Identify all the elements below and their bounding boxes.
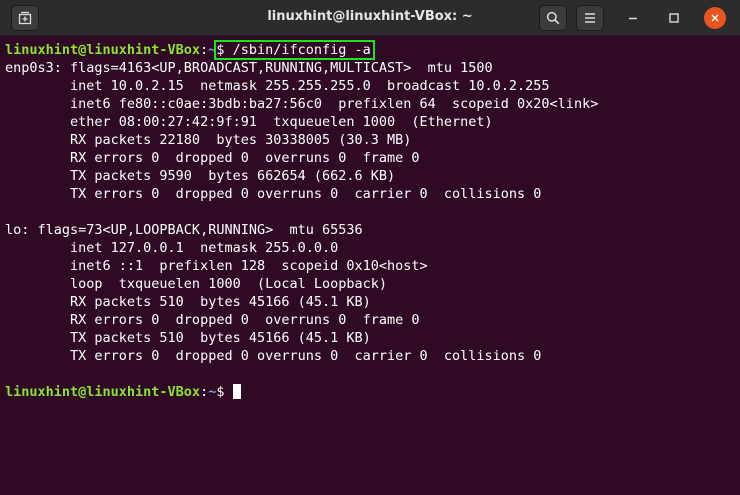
output-line: TX packets 9590 bytes 662654 (662.6 KB): [5, 168, 396, 184]
terminal-output-area[interactable]: linuxhint@linuxhint-VBox:~$ /sbin/ifconf…: [0, 36, 740, 495]
new-tab-icon: [18, 11, 32, 25]
minimize-icon: [629, 17, 637, 20]
output-line: RX packets 22180 bytes 30338005 (30.3 MB…: [5, 132, 412, 148]
prompt-separator: :: [200, 42, 209, 58]
output-line: ether 08:00:27:42:9f:91 txqueuelen 1000 …: [5, 114, 493, 130]
maximize-button[interactable]: [663, 7, 685, 29]
search-icon: [546, 11, 560, 25]
output-line: RX errors 0 dropped 0 overruns 0 frame 0: [5, 150, 420, 166]
output-line: inet6 fe80::c0ae:3bdb:ba27:56c0 prefixle…: [5, 96, 599, 112]
output-line: inet 10.0.2.15 netmask 255.255.255.0 bro…: [5, 78, 550, 94]
output-line: RX packets 510 bytes 45166 (45.1 KB): [5, 294, 371, 310]
highlighted-command: $ /sbin/ifconfig -a: [214, 40, 375, 60]
close-icon: [711, 14, 719, 22]
prompt-separator: :: [200, 384, 209, 400]
terminal-window: linuxhint@linuxhint-VBox: ~ linuxhint@li…: [0, 0, 740, 495]
close-button[interactable]: [704, 7, 726, 29]
minimize-button[interactable]: [622, 7, 644, 29]
prompt-user-host: linuxhint@linuxhint-VBox: [5, 384, 201, 400]
prompt-line: linuxhint@linuxhint-VBox:~$: [5, 383, 740, 401]
output-line: enp0s3: flags=4163<UP,BROADCAST,RUNNING,…: [5, 60, 493, 76]
output-line: lo: flags=73<UP,LOOPBACK,RUNNING> mtu 65…: [5, 222, 363, 238]
output-line: RX errors 0 dropped 0 overruns 0 frame 0: [5, 312, 420, 328]
output-line: loop txqueuelen 1000 (Local Loopback): [5, 276, 388, 292]
command-output: enp0s3: flags=4163<UP,BROADCAST,RUNNING,…: [5, 59, 740, 383]
title-bar: linuxhint@linuxhint-VBox: ~: [0, 0, 740, 36]
hamburger-menu-icon: [585, 13, 595, 23]
new-tab-button[interactable]: [11, 5, 39, 31]
output-line: inet6 ::1 prefixlen 128 scopeid 0x10<hos…: [5, 258, 428, 274]
output-line: inet 127.0.0.1 netmask 255.0.0.0: [5, 240, 339, 256]
output-line: TX packets 510 bytes 45166 (45.1 KB): [5, 330, 371, 346]
output-line: TX errors 0 dropped 0 overruns 0 carrier…: [5, 348, 542, 364]
maximize-icon: [669, 13, 679, 23]
menu-button[interactable]: [576, 5, 604, 31]
prompt-line: linuxhint@linuxhint-VBox:~$ /sbin/ifconf…: [5, 40, 740, 60]
prompt-symbol: $: [216, 384, 233, 400]
prompt-user-host: linuxhint@linuxhint-VBox: [5, 42, 201, 58]
search-button[interactable]: [539, 5, 567, 31]
terminal-cursor: [232, 384, 241, 399]
output-line: TX errors 0 dropped 0 overruns 0 carrier…: [5, 186, 542, 202]
